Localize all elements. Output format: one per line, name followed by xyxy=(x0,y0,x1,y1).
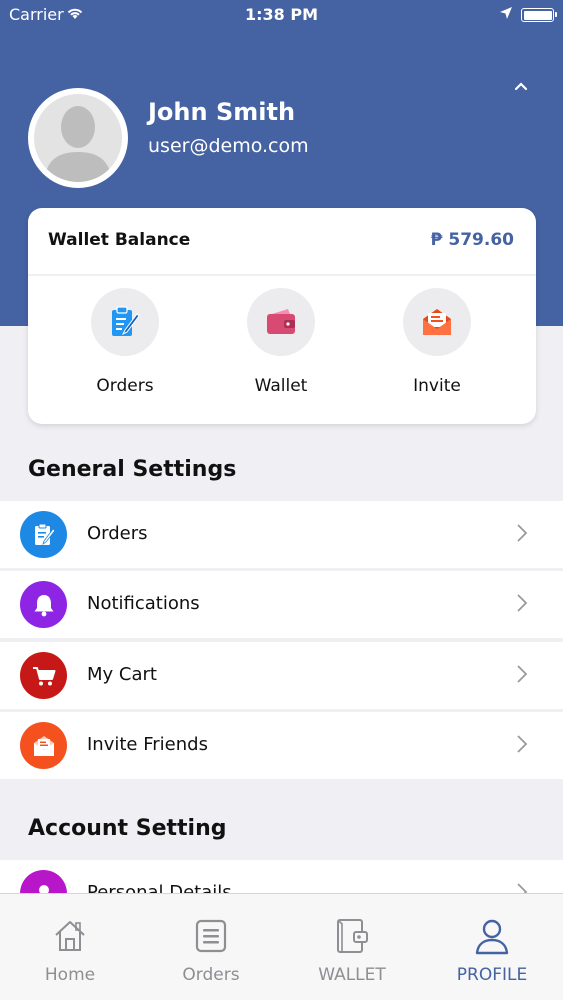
status-bar: Carrier 1:38 PM xyxy=(0,0,563,30)
tab-wallet[interactable]: WALLET xyxy=(282,894,422,1000)
tab-label: PROFILE xyxy=(456,965,528,985)
list-icon xyxy=(191,916,231,956)
wallet-icon xyxy=(332,916,372,956)
home-icon xyxy=(50,916,90,956)
quick-action-wallet[interactable]: Wallet xyxy=(216,288,346,396)
person-icon xyxy=(472,916,512,956)
tab-profile[interactable]: PROFILE xyxy=(422,894,562,1000)
quick-action-label: Wallet xyxy=(254,376,308,396)
clipboard-icon xyxy=(20,511,67,558)
settings-row-invite-friends[interactable]: Invite Friends xyxy=(0,712,563,779)
tab-home[interactable]: Home xyxy=(0,894,140,1000)
collapse-chevron-up-icon[interactable] xyxy=(509,74,533,98)
location-arrow-icon xyxy=(499,5,513,24)
chevron-right-icon xyxy=(516,593,536,615)
account-setting-title: Account Setting xyxy=(28,816,227,841)
settings-row-label: Orders xyxy=(87,523,148,544)
tab-orders[interactable]: Orders xyxy=(141,894,281,1000)
tab-label: Home xyxy=(44,965,96,985)
settings-row-label: Notifications xyxy=(87,593,200,614)
clipboard-icon xyxy=(91,288,159,356)
wallet-card: Wallet Balance ₱ 579.60 Orders Wallet In… xyxy=(28,208,536,424)
settings-row-label: My Cart xyxy=(87,664,157,685)
chevron-right-icon xyxy=(516,523,536,545)
bottom-tab-bar: Home Orders WALLET PROFILE xyxy=(0,893,563,1000)
settings-row-my-cart[interactable]: My Cart xyxy=(0,642,563,709)
avatar[interactable] xyxy=(28,88,128,188)
quick-action-invite[interactable]: Invite xyxy=(372,288,502,396)
wallet-icon xyxy=(247,288,315,356)
quick-action-label: Orders xyxy=(96,376,154,396)
settings-row-label: Invite Friends xyxy=(87,734,208,755)
tab-label: Orders xyxy=(182,965,240,985)
user-email: user@demo.com xyxy=(148,135,309,157)
settings-row-notifications[interactable]: Notifications xyxy=(0,571,563,638)
person-placeholder-icon xyxy=(34,94,122,182)
clock-time: 1:38 PM xyxy=(244,5,318,24)
general-settings-title: General Settings xyxy=(28,457,237,482)
wallet-balance-amount: ₱ 579.60 xyxy=(430,230,514,250)
tab-label: WALLET xyxy=(318,965,386,985)
settings-row-orders[interactable]: Orders xyxy=(0,501,563,568)
battery-icon xyxy=(521,8,557,22)
user-name: John Smith xyxy=(148,98,296,126)
divider xyxy=(28,274,536,276)
wallet-balance-title: Wallet Balance xyxy=(48,230,191,250)
bell-icon xyxy=(20,581,67,628)
cart-icon xyxy=(20,652,67,699)
chevron-right-icon xyxy=(516,664,536,686)
envelope-icon xyxy=(20,722,67,769)
quick-action-label: Invite xyxy=(413,376,461,396)
chevron-right-icon xyxy=(516,734,536,756)
envelope-icon xyxy=(403,288,471,356)
quick-action-orders[interactable]: Orders xyxy=(60,288,190,396)
